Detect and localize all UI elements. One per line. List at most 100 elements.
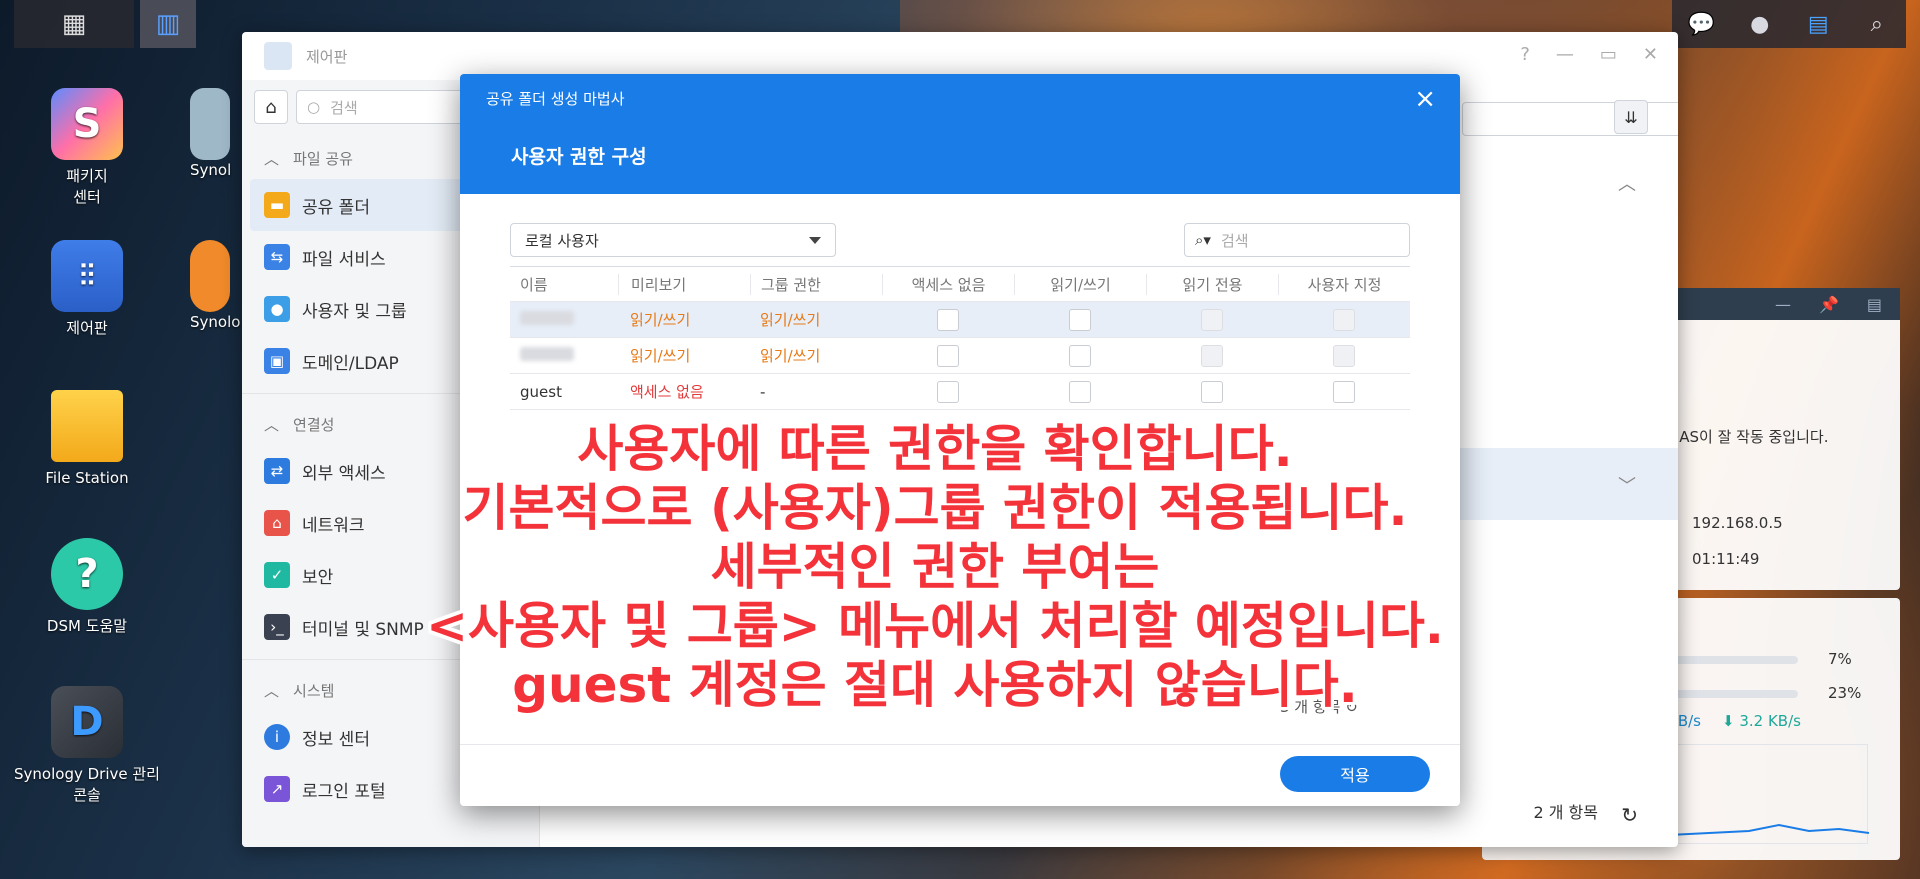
health-status-text: NAS이 잘 작동 중입니다. xyxy=(1668,428,1829,446)
custom-checkbox[interactable] xyxy=(1333,344,1355,367)
desktop-icon-dsm-help[interactable]: ? DSM 도움말 xyxy=(2,538,172,637)
read-only-checkbox-cell xyxy=(1146,308,1278,331)
chevron-up-icon: ︿ xyxy=(264,416,280,434)
refresh-icon[interactable]: ↻ xyxy=(1621,803,1638,827)
desktop-icon-label: Synol xyxy=(190,161,232,179)
chevron-down-icon[interactable]: ﹀ xyxy=(1618,472,1636,498)
chat-icon[interactable]: 💬 xyxy=(1687,10,1715,38)
chevron-up-icon[interactable]: ︿ xyxy=(1618,170,1636,196)
desktop-icon-label: Synology Drive 관리 콘솔 xyxy=(14,765,160,804)
external-access-icon: ⇄ xyxy=(264,458,290,484)
sidebar-item-label: 도메인/LDAP xyxy=(302,353,399,374)
custom-checkbox-cell xyxy=(1278,308,1410,331)
read-only-checkbox-cell xyxy=(1146,380,1278,403)
desktop-icon-label: 제어판 xyxy=(66,319,108,337)
no-access-checkbox-cell xyxy=(882,380,1014,403)
uptime: 01:11:49 xyxy=(1692,550,1760,568)
pin-icon[interactable]: 📌 xyxy=(1819,295,1839,314)
header-no-access[interactable]: 액세스 없음 xyxy=(882,273,1014,295)
close-icon[interactable]: × xyxy=(1414,84,1436,114)
desktop-icon-synology-drive-admin[interactable]: D Synology Drive 관리 콘솔 xyxy=(2,686,172,806)
header-read-only[interactable]: 읽기 전용 xyxy=(1146,273,1278,295)
main-menu-button[interactable]: ▦ xyxy=(14,0,134,48)
desktop-icon-synology-partial-2[interactable]: Synolo xyxy=(190,240,242,333)
help-icon[interactable]: ? xyxy=(1520,44,1530,65)
download-speed: ⬇ 3.2 KB/s xyxy=(1722,712,1801,730)
desktop-icon-file-station[interactable]: File Station xyxy=(2,390,172,489)
desktop-icon-label: DSM 도움말 xyxy=(46,617,128,635)
control-panel-titlebar: 제어판 xyxy=(242,32,1678,80)
taskbar-right: 💬 ● ▤ ⌕ xyxy=(1672,0,1906,48)
desktop-icon-label: File Station xyxy=(45,469,129,487)
table-row[interactable]: guest 액세스 없음 - xyxy=(510,374,1410,410)
no-access-checkbox[interactable] xyxy=(937,344,959,367)
item-count: 2 개 항목 xyxy=(1533,803,1598,822)
preview-cell: 읽기/쓰기 xyxy=(630,311,691,329)
terminal-icon: ›_ xyxy=(264,614,290,640)
search-icon[interactable]: ⌕ xyxy=(1863,10,1891,38)
taskbar-left: ▦ ▥ xyxy=(14,0,196,48)
custom-checkbox[interactable] xyxy=(1333,380,1355,403)
table-row[interactable]: 읽기/쓰기 읽기/쓰기 xyxy=(510,338,1410,374)
user-type-select[interactable]: 로컬 사용자 xyxy=(510,223,836,257)
read-only-checkbox[interactable] xyxy=(1201,380,1223,403)
sort-icon: ⇊ xyxy=(1624,107,1638,127)
desktop-icon-synology-partial[interactable]: Synol xyxy=(190,88,240,181)
no-access-checkbox[interactable] xyxy=(937,308,959,331)
home-icon: ⌂ xyxy=(265,96,277,118)
read-write-checkbox-cell xyxy=(1014,344,1146,367)
widget-menu-icon[interactable]: ▤ xyxy=(1867,295,1882,314)
control-panel-taskbar-button[interactable]: ▥ xyxy=(140,0,196,48)
section-label: 파일 공유 xyxy=(293,150,353,168)
sort-button[interactable]: ⇊ xyxy=(1614,100,1648,134)
login-portal-icon: ↗ xyxy=(264,776,290,802)
permission-search-input[interactable]: ⌕▾ 검색 xyxy=(1184,223,1410,257)
wizard-header: 공유 폴더 생성 마법사 사용자 권한 구성 × xyxy=(460,74,1460,194)
header-preview[interactable]: 미리보기 xyxy=(618,273,750,295)
user-icon[interactable]: ● xyxy=(1746,10,1774,38)
table-row[interactable]: 읽기/쓰기 읽기/쓰기 xyxy=(510,302,1410,338)
annotation-line: guest 계정은 절대 사용하지 않습니다. xyxy=(512,656,1358,714)
minimize-icon[interactable]: — xyxy=(1775,295,1791,314)
read-only-checkbox[interactable] xyxy=(1201,344,1223,367)
header-read-write[interactable]: 읽기/쓰기 xyxy=(1014,273,1146,295)
widgets-icon[interactable]: ▤ xyxy=(1804,10,1832,38)
ip-address: 192.168.0.5 xyxy=(1692,514,1783,532)
read-write-checkbox-cell xyxy=(1014,308,1146,331)
desktop-icon-package-center[interactable]: S 패키지 센터 xyxy=(2,88,172,208)
read-write-checkbox[interactable] xyxy=(1069,308,1091,331)
header-custom[interactable]: 사용자 지정 xyxy=(1278,273,1410,295)
custom-checkbox-cell xyxy=(1278,344,1410,367)
home-button[interactable]: ⌂ xyxy=(254,90,288,124)
wizard-title: 공유 폴더 생성 마법사 xyxy=(486,90,625,108)
desktop-icon-control-panel[interactable]: ⫶⫶ 제어판 xyxy=(2,240,172,339)
preview-cell: 읽기/쓰기 xyxy=(630,347,691,365)
header-name[interactable]: 이름 xyxy=(510,274,618,295)
read-write-checkbox[interactable] xyxy=(1069,344,1091,367)
search-placeholder: 검색 xyxy=(1220,231,1249,250)
minimize-icon[interactable]: — xyxy=(1556,44,1574,65)
close-icon[interactable]: ✕ xyxy=(1643,44,1658,65)
maximize-icon[interactable]: ▭ xyxy=(1600,44,1617,65)
package-center-icon: S xyxy=(51,88,123,160)
group-permission-cell: 읽기/쓰기 xyxy=(760,347,821,365)
header-group-permission[interactable]: 그룹 권한 xyxy=(750,273,882,295)
read-write-checkbox[interactable] xyxy=(1069,380,1091,403)
synology-app-icon xyxy=(190,88,230,160)
no-access-checkbox-cell xyxy=(882,344,1014,367)
download-speed-value: 3.2 KB/s xyxy=(1739,712,1801,730)
window-title: 제어판 xyxy=(306,47,348,66)
network-icon: ⌂ xyxy=(264,510,290,536)
apply-button[interactable]: 적용 xyxy=(1280,756,1430,792)
folder-icon xyxy=(51,390,123,462)
custom-checkbox[interactable] xyxy=(1333,308,1355,331)
control-panel-icon: ▥ xyxy=(155,9,181,39)
no-access-checkbox[interactable] xyxy=(937,380,959,403)
custom-checkbox-cell xyxy=(1278,380,1410,403)
drive-admin-icon: D xyxy=(51,686,123,758)
search-icon: ⌕▾ xyxy=(1195,231,1211,249)
chevron-up-icon: ︿ xyxy=(264,150,280,168)
read-only-checkbox[interactable] xyxy=(1201,308,1223,331)
annotation-line: 세부적인 권한 부여는 xyxy=(710,538,1160,596)
control-panel-icon xyxy=(264,42,292,70)
